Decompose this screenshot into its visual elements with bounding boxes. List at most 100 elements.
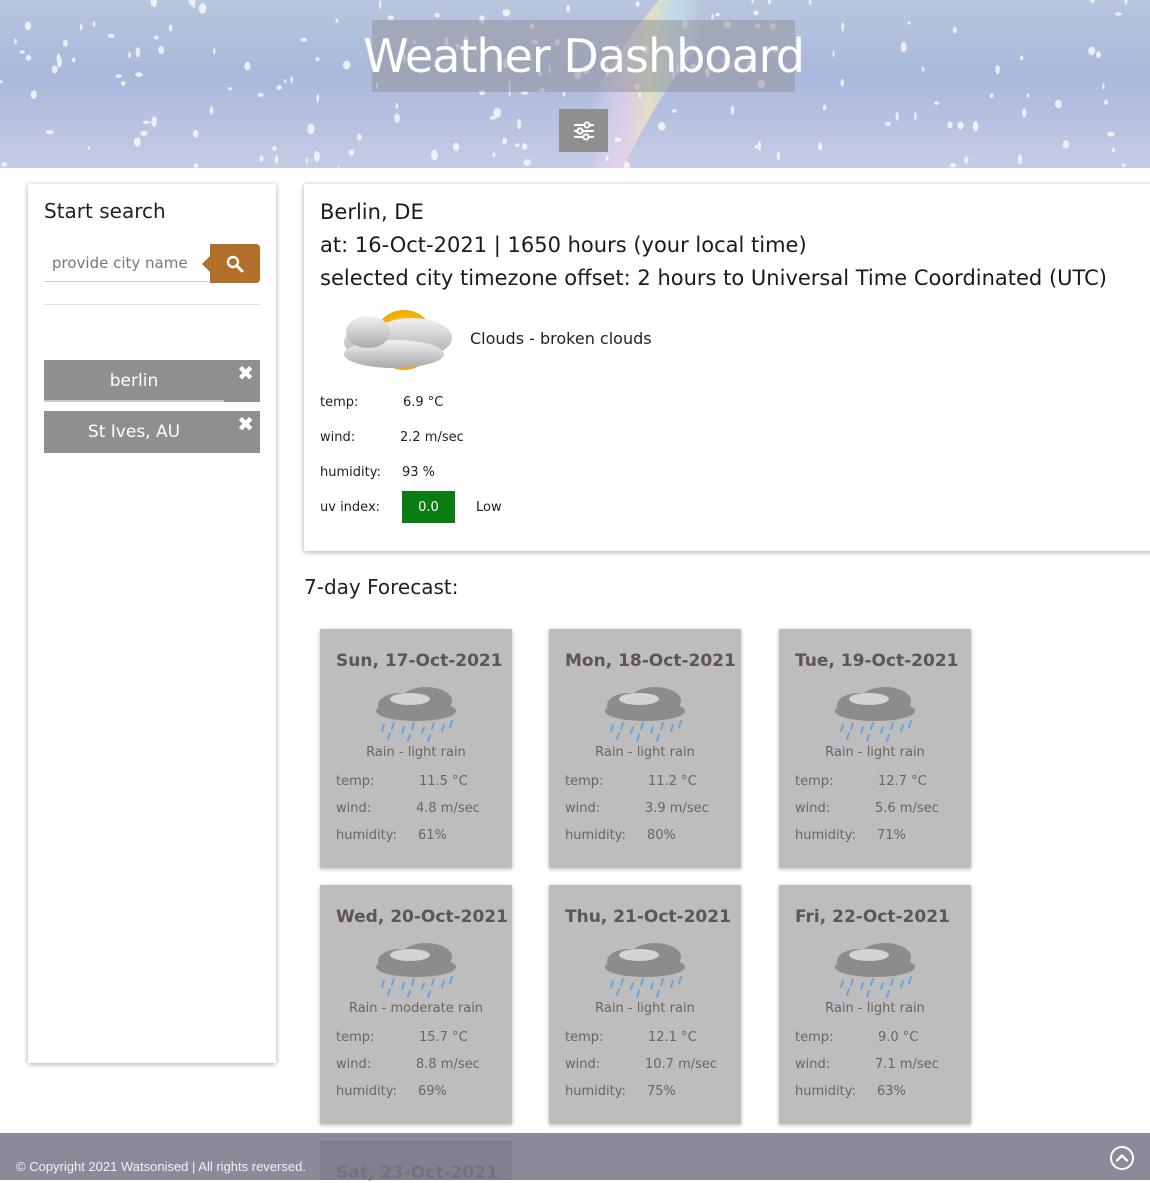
raindrop xyxy=(822,104,827,111)
raindrop xyxy=(198,2,207,14)
raindrop xyxy=(658,121,666,131)
broken-clouds-sun-icon xyxy=(344,310,452,370)
raindrop xyxy=(257,93,264,97)
forecast-temp-label: temp: xyxy=(336,1030,375,1045)
raindrop xyxy=(1102,83,1105,90)
forecast-card: Mon, 18-Oct-2021 Rain - light rain temp: 11… xyxy=(549,629,741,868)
raindrop xyxy=(1096,51,1101,59)
raindrop xyxy=(1107,131,1115,137)
raindrop xyxy=(51,65,58,74)
forecast-temp-label: temp: xyxy=(795,774,834,789)
raindrop xyxy=(1121,163,1126,167)
raindrop xyxy=(335,18,339,23)
forecast-temp-label: temp: xyxy=(795,1030,834,1045)
forecast-temp-label: temp: xyxy=(565,1030,604,1045)
sidebar-heading: Start search xyxy=(44,199,166,223)
raindrop xyxy=(995,64,1000,75)
forecast-card: Tue, 19-Oct-2021 Rain - light rain temp: 12… xyxy=(779,629,971,868)
raindrop xyxy=(489,115,497,120)
raindrop xyxy=(135,47,141,58)
forecast-wind-value: 4.8 m/sec xyxy=(416,801,480,816)
forecast-temp-value: 15.7 °C xyxy=(419,1030,468,1045)
chevron-up-circle-icon[interactable] xyxy=(1109,1145,1135,1171)
humidity-value: 93 % xyxy=(402,465,436,480)
raindrop xyxy=(45,130,54,135)
history-item-berlin[interactable]: berlin ✖ xyxy=(44,360,260,402)
forecast-humidity-value: 71% xyxy=(877,828,906,843)
local-time: at: 16-Oct-2021 | 1650 hours (your local… xyxy=(320,233,807,257)
settings-button[interactable] xyxy=(559,109,608,152)
raindrop xyxy=(395,102,399,110)
raindrop xyxy=(671,109,677,113)
forecast-wind-label: wind: xyxy=(336,801,372,816)
raindrop xyxy=(14,38,17,44)
raindrop xyxy=(140,130,148,136)
raindrop xyxy=(753,10,759,16)
raindrop xyxy=(947,121,953,129)
history-item-st-ives[interactable]: St Ives, AU ✖ xyxy=(44,411,260,453)
raindrop xyxy=(72,57,76,63)
uv-label: uv index: xyxy=(320,500,381,515)
raindrop xyxy=(757,141,762,151)
raindrop xyxy=(1090,0,1095,4)
raindrop xyxy=(1124,0,1128,5)
raindrop xyxy=(1054,99,1062,109)
raindrop xyxy=(107,33,115,38)
title-box: Weather Dashboard xyxy=(363,20,805,92)
forecast-humidity-label: humidity: xyxy=(795,828,856,843)
search-button[interactable] xyxy=(202,244,260,283)
raindrop xyxy=(566,5,570,13)
forecast-wind-label: wind: xyxy=(565,1057,601,1072)
forecast-date: Wed, 20-Oct-2021 xyxy=(336,907,508,927)
forecast-humidity-value: 61% xyxy=(418,828,447,843)
raindrop xyxy=(168,24,173,32)
remove-history-icon[interactable]: ✖ xyxy=(237,362,254,384)
forecast-date: Sun, 17-Oct-2021 xyxy=(336,651,503,671)
forecast-card: Sun, 17-Oct-2021 Rain - light rain temp: 11… xyxy=(320,629,512,868)
forecast-humidity-label: humidity: xyxy=(795,1084,856,1099)
raindrop xyxy=(818,142,823,151)
forecast-humidity-label: humidity: xyxy=(336,828,397,843)
city-search-input[interactable] xyxy=(44,244,210,282)
raindrop xyxy=(1017,154,1023,165)
forecast-wind-value: 7.1 m/sec xyxy=(875,1057,939,1072)
copyright-text: © Copyright 2021 Watsonised | All rights… xyxy=(16,1159,306,1174)
rain-cloud-icon xyxy=(376,943,456,998)
rain-cloud-icon xyxy=(835,687,915,742)
raindrop xyxy=(290,76,293,84)
raindrop xyxy=(154,35,159,40)
raindrop xyxy=(523,159,531,166)
raindrop xyxy=(0,80,3,84)
raindrop xyxy=(259,155,264,162)
raindrop xyxy=(274,155,279,164)
forecast-temp-value: 11.2 °C xyxy=(648,774,697,789)
search-icon xyxy=(226,255,244,272)
forecast-temp-value: 9.0 °C xyxy=(878,1030,919,1045)
raindrop xyxy=(1019,55,1024,61)
remove-history-icon[interactable]: ✖ xyxy=(237,413,254,435)
raindrop xyxy=(1111,147,1116,153)
raindrop xyxy=(120,81,126,86)
forecast-date: Fri, 22-Oct-2021 xyxy=(795,907,950,927)
raindrop xyxy=(934,101,940,105)
rain-cloud-icon xyxy=(835,943,915,998)
raindrop xyxy=(515,143,520,147)
rain-cloud-icon xyxy=(376,687,456,742)
forecast-humidity-value: 80% xyxy=(647,828,676,843)
raindrop xyxy=(1114,12,1122,16)
forecast-card: Wed, 20-Oct-2021 Rain - moderate rain temp… xyxy=(320,885,512,1124)
raindrop xyxy=(337,166,340,168)
uv-index-badge: 0.0 xyxy=(402,491,455,523)
raindrop xyxy=(900,41,907,53)
raindrop xyxy=(142,120,150,124)
raindrop xyxy=(957,121,964,130)
forecast-condition: Rain - light rain xyxy=(825,1001,925,1016)
raindrop xyxy=(356,133,362,141)
raindrop xyxy=(730,105,735,115)
raindrop xyxy=(492,152,496,157)
raindrop xyxy=(115,74,122,78)
raindrop xyxy=(213,47,216,55)
forecast-condition: Rain - light rain xyxy=(825,745,925,760)
forecast-temp-value: 12.7 °C xyxy=(878,774,927,789)
raindrop xyxy=(79,23,83,31)
